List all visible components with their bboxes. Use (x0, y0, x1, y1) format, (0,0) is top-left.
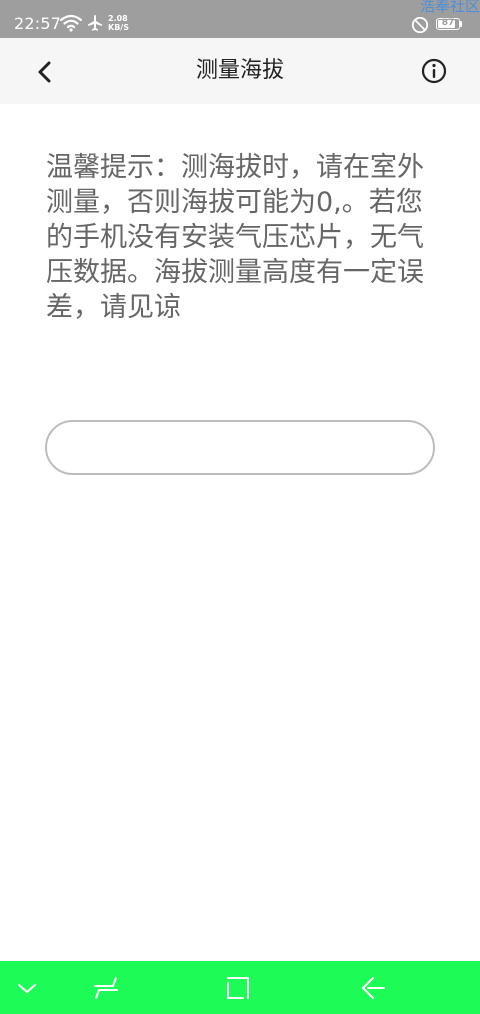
net-speed-unit: KB/S (108, 23, 129, 32)
info-circle-icon (421, 58, 447, 84)
home-icon (227, 976, 249, 999)
back-icon (362, 976, 385, 999)
recent-apps-icon (94, 976, 118, 999)
battery-tip (460, 21, 462, 27)
net-speed-value: 2.08 (108, 14, 128, 23)
recent-apps-button[interactable] (76, 961, 136, 1014)
status-bar: 22:57 2.08 KB/S 浩奉社区 87 (0, 0, 480, 38)
status-time: 22:57 (14, 14, 62, 33)
collapse-nav-button[interactable] (0, 961, 57, 1014)
page-title: 测量海拔 (195, 58, 284, 83)
altitude-display-field (45, 420, 435, 475)
home-button[interactable] (208, 961, 268, 1014)
battery-level: 87 (441, 18, 455, 28)
watermark: 浩奉社区 (419, 0, 480, 15)
app-header: 测量海拔 (0, 38, 480, 104)
net-speed-indicator: 2.08 KB/S (108, 14, 129, 32)
navigation-bar (0, 961, 480, 1014)
wifi-icon (59, 14, 83, 32)
nav-back-button[interactable] (343, 961, 403, 1014)
airplane-icon (86, 14, 104, 32)
do-not-disturb-icon (411, 16, 429, 34)
altitude-tip-text: 温馨提示：测海拔时，请在室外测量，否则海拔可能为0,。若您的手机没有安装气压芯片… (46, 152, 424, 323)
battery-icon: 87 (436, 18, 460, 30)
info-button[interactable] (418, 55, 450, 87)
chevron-left-icon (38, 61, 51, 83)
collapse-icon (18, 983, 36, 993)
back-button[interactable] (26, 52, 66, 92)
